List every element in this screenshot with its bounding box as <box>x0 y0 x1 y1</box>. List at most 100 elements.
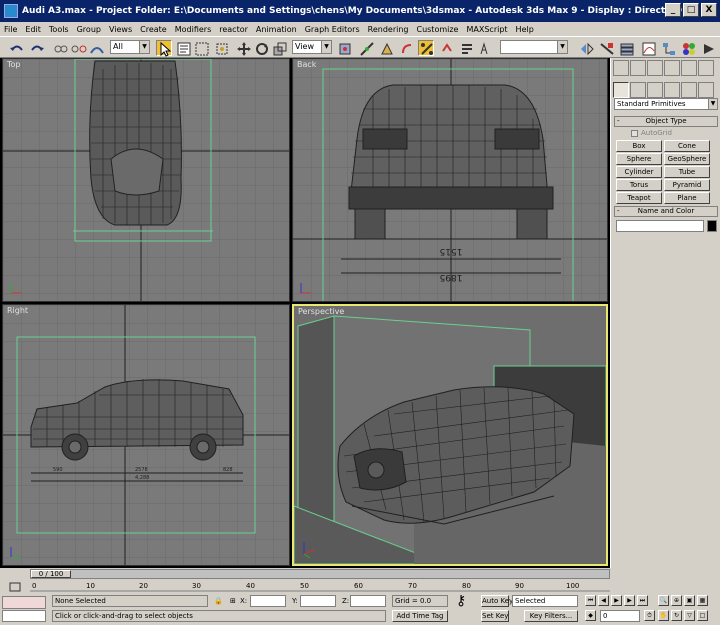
geosphere-button[interactable]: GeoSphere <box>664 153 710 165</box>
menu-views[interactable]: Views <box>109 25 132 34</box>
auto-key-button[interactable]: Auto Key <box>481 595 513 607</box>
zoom-icon[interactable]: 🔍 <box>658 595 669 606</box>
angle-snap-icon[interactable] <box>398 40 414 56</box>
helpers-icon[interactable] <box>681 82 697 98</box>
go-to-end-icon[interactable]: ⏭ <box>637 595 648 606</box>
pan-icon[interactable]: ✋ <box>658 610 669 621</box>
previous-frame-icon[interactable]: ◀ <box>598 595 609 606</box>
next-frame-icon[interactable]: ▶ <box>624 595 635 606</box>
play-icon[interactable]: ▶ <box>611 595 622 606</box>
select-link-icon[interactable] <box>52 40 68 56</box>
cylinder-button[interactable]: Cylinder <box>616 166 662 178</box>
key-mode-dropdown[interactable]: Selected <box>512 595 578 607</box>
curve-editor-icon[interactable] <box>640 40 656 56</box>
snaps-toggle-icon[interactable] <box>378 40 394 56</box>
maxscript-listener-field[interactable] <box>2 596 46 609</box>
sphere-button[interactable]: Sphere <box>616 153 662 165</box>
time-slider[interactable]: 0 / 100 <box>30 569 610 579</box>
pyramid-button[interactable]: Pyramid <box>664 179 710 191</box>
maximize-button[interactable]: □ <box>683 3 699 17</box>
lock-selection-icon[interactable]: 🔒 <box>214 595 223 607</box>
torus-button[interactable]: Torus <box>616 179 662 191</box>
menu-create[interactable]: Create <box>140 25 167 34</box>
menu-help[interactable]: Help <box>516 25 534 34</box>
object-name-field[interactable] <box>616 220 704 232</box>
rectangular-selection-icon[interactable] <box>193 40 209 56</box>
absolute-mode-icon[interactable]: ⊞ <box>230 595 236 607</box>
go-to-start-icon[interactable]: ⏮ <box>585 595 596 606</box>
viewport-label-right[interactable]: Right <box>7 306 28 315</box>
plane-button[interactable]: Plane <box>664 192 710 204</box>
cone-button[interactable]: Cone <box>664 140 710 152</box>
display-tab-icon[interactable] <box>681 60 697 76</box>
key-mode-toggle-icon[interactable]: ◆ <box>585 610 596 621</box>
unlink-icon[interactable] <box>70 40 87 56</box>
spinner-snap-icon[interactable] <box>438 40 454 56</box>
render-scene-icon[interactable] <box>700 40 716 56</box>
selection-filter-dropdown[interactable]: All ▼ <box>110 40 150 54</box>
time-config-icon[interactable]: ⏱ <box>644 610 655 621</box>
bind-space-warp-icon[interactable] <box>88 40 104 56</box>
viewport-back[interactable]: Back 1515 1895 <box>292 58 608 302</box>
trackbar[interactable]: 0 10 20 30 40 50 60 70 80 90 100 <box>30 580 610 592</box>
menu-animation[interactable]: Animation <box>256 25 297 34</box>
set-key-button[interactable]: Set Key <box>481 610 509 622</box>
geometry-icon[interactable] <box>613 82 629 98</box>
viewport-label-back[interactable]: Back <box>297 60 316 69</box>
key-icon[interactable]: ⚷ <box>456 594 466 608</box>
hierarchy-tab-icon[interactable] <box>647 60 663 76</box>
reference-coordinate-dropdown[interactable]: View ▼ <box>292 40 332 54</box>
menu-customize[interactable]: Customize <box>416 25 458 34</box>
pivot-center-icon[interactable] <box>336 40 352 56</box>
select-object-icon[interactable] <box>156 40 172 57</box>
viewport-label-perspective[interactable]: Perspective <box>298 307 344 316</box>
select-rotate-icon[interactable] <box>253 40 269 56</box>
time-slider-thumb[interactable]: 0 / 100 <box>31 570 71 578</box>
lights-icon[interactable] <box>647 82 663 98</box>
window-crossing-icon[interactable] <box>213 40 229 56</box>
field-of-view-icon[interactable]: ▽ <box>684 610 695 621</box>
menu-file[interactable]: File <box>4 25 17 34</box>
align-icon[interactable] <box>598 40 614 56</box>
y-coordinate-field[interactable] <box>300 595 336 607</box>
close-button[interactable]: X <box>701 3 717 17</box>
shapes-icon[interactable] <box>630 82 646 98</box>
zoom-extents-icon[interactable]: ▣ <box>684 595 695 606</box>
key-filters-button[interactable]: Key Filters... <box>524 610 578 622</box>
menu-tools[interactable]: Tools <box>49 25 69 34</box>
viewport-top[interactable]: Top <box>2 58 290 302</box>
object-type-rollout[interactable]: - Object Type <box>614 116 718 127</box>
mirror-icon[interactable] <box>578 40 594 56</box>
select-move-icon[interactable] <box>235 40 251 56</box>
modify-tab-icon[interactable] <box>630 60 646 76</box>
redo-icon[interactable] <box>28 40 44 56</box>
space-warps-icon[interactable] <box>698 82 714 98</box>
menu-edit[interactable]: Edit <box>25 25 41 34</box>
zoom-extents-all-icon[interactable]: ▦ <box>697 595 708 606</box>
abc-icon[interactable] <box>478 40 494 56</box>
menu-group[interactable]: Group <box>77 25 101 34</box>
minimize-button[interactable]: _ <box>665 3 681 17</box>
viewport-label-top[interactable]: Top <box>7 60 21 69</box>
edit-named-selection-icon[interactable] <box>458 40 474 56</box>
create-tab-icon[interactable] <box>613 60 629 76</box>
viewport-right[interactable]: Right 590 2578 828 4,288 <box>2 304 290 566</box>
utilities-tab-icon[interactable] <box>698 60 714 76</box>
menu-modifiers[interactable]: Modifiers <box>175 25 212 34</box>
tube-button[interactable]: Tube <box>664 166 710 178</box>
maximize-viewport-icon[interactable]: □ <box>697 610 708 621</box>
undo-icon[interactable] <box>8 40 24 56</box>
menu-maxscript[interactable]: MAXScript <box>466 25 507 34</box>
name-and-color-rollout[interactable]: - Name and Color <box>614 206 718 217</box>
app-icon[interactable] <box>4 4 18 18</box>
current-frame-field[interactable]: 0 <box>600 610 640 622</box>
add-time-tag-button[interactable]: Add Time Tag <box>392 610 448 622</box>
viewport-perspective[interactable]: Perspective <box>292 304 608 566</box>
select-manipulate-icon[interactable] <box>358 40 374 56</box>
motion-tab-icon[interactable] <box>664 60 680 76</box>
percent-snap-icon[interactable] <box>418 40 434 56</box>
teapot-button[interactable]: Teapot <box>616 192 662 204</box>
schematic-view-icon[interactable] <box>660 40 676 56</box>
select-by-name-icon[interactable] <box>175 40 191 56</box>
mini-listener-icon[interactable] <box>6 578 22 594</box>
